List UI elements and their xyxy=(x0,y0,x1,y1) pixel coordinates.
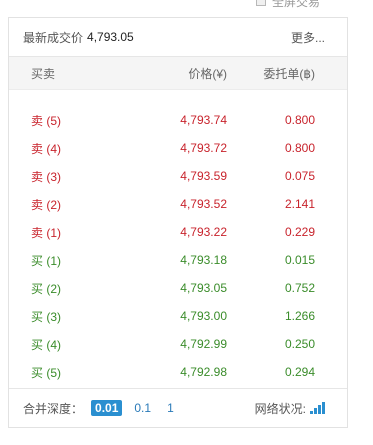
ask-label: 卖 (1) xyxy=(31,225,62,240)
ask-label: 卖 (2) xyxy=(31,197,62,212)
ask-price: 4,793.22 xyxy=(180,225,227,239)
order-book-footer: 合并深度： 0.01 0.1 1 网络状况: xyxy=(9,388,347,427)
ask-row[interactable]: 卖 (5) 4,793.74 0.800 xyxy=(9,106,347,134)
fullscreen-trade-link[interactable]: 全屏交易 xyxy=(256,0,320,8)
column-header: 买卖 价格(¥) 委托单(฿) xyxy=(9,57,347,90)
ask-label: 卖 (3) xyxy=(31,169,62,184)
ask-label: 卖 (5) xyxy=(31,113,62,128)
column-amount: 委托单(฿) xyxy=(263,66,315,81)
bid-label: 买 (3) xyxy=(31,309,62,324)
bid-row[interactable]: 买 (1) 4,793.18 0.015 xyxy=(9,246,347,274)
bid-amount: 0.752 xyxy=(284,281,315,295)
ask-price: 4,793.59 xyxy=(180,169,227,183)
latest-price-label: 最新成交价 xyxy=(23,30,84,45)
column-side: 买卖 xyxy=(31,66,56,81)
bid-row[interactable]: 买 (5) 4,792.98 0.294 xyxy=(9,358,347,386)
ask-row[interactable]: 卖 (2) 4,793.52 2.141 xyxy=(9,190,347,218)
bid-amount: 0.294 xyxy=(284,365,315,379)
merge-depth-label: 合并深度： xyxy=(23,401,84,416)
bid-price: 4,793.18 xyxy=(180,253,227,267)
bid-row[interactable]: 买 (3) 4,793.00 1.266 xyxy=(9,302,347,330)
more-link[interactable]: 更多... xyxy=(291,29,325,46)
ask-price: 4,793.74 xyxy=(180,113,227,127)
bid-row[interactable]: 买 (2) 4,793.05 0.752 xyxy=(9,274,347,302)
network-status-label: 网络状况: xyxy=(254,401,306,416)
bid-price: 4,793.00 xyxy=(180,309,227,323)
bid-label: 买 (1) xyxy=(31,253,62,268)
bid-row[interactable]: 买 (4) 4,792.99 0.250 xyxy=(9,330,347,358)
ask-price: 4,793.72 xyxy=(180,141,227,155)
bid-label: 买 (4) xyxy=(31,337,62,352)
order-rows: 卖 (5) 4,793.74 0.800 卖 (4) 4,793.72 0.80… xyxy=(9,90,347,386)
column-price: 价格(¥) xyxy=(188,66,227,81)
fullscreen-icon xyxy=(256,0,266,6)
depth-option-1[interactable]: 1 xyxy=(163,400,178,416)
bid-label: 买 (5) xyxy=(31,365,62,380)
ask-amount: 0.229 xyxy=(284,225,315,239)
signal-bars-icon xyxy=(310,402,325,414)
bid-amount: 0.250 xyxy=(284,337,315,351)
fullscreen-trade-label: 全屏交易 xyxy=(272,0,321,8)
latest-price-value: 4,793.05 xyxy=(87,30,134,44)
network-status: 网络状况: xyxy=(255,400,325,417)
bid-price: 4,792.99 xyxy=(180,337,227,351)
bid-amount: 0.015 xyxy=(284,253,315,267)
depth-option-0-1[interactable]: 0.1 xyxy=(130,400,155,416)
ask-row[interactable]: 卖 (4) 4,793.72 0.800 xyxy=(9,134,347,162)
ask-price: 4,793.52 xyxy=(180,197,227,211)
bid-label: 买 (2) xyxy=(31,281,62,296)
ask-amount: 0.800 xyxy=(284,113,315,127)
order-book-panel: 最新成交价 4,793.05 更多... 买卖 价格(¥) 委托单(฿) 卖 (… xyxy=(8,17,348,428)
ask-row[interactable]: 卖 (3) 4,793.59 0.075 xyxy=(9,162,347,190)
order-book-header: 最新成交价 4,793.05 更多... xyxy=(9,18,347,57)
depth-option-0-01[interactable]: 0.01 xyxy=(91,400,123,416)
ask-amount: 2.141 xyxy=(284,197,315,211)
bid-price: 4,792.98 xyxy=(180,365,227,379)
bid-price: 4,793.05 xyxy=(180,281,227,295)
ask-row[interactable]: 卖 (1) 4,793.22 0.229 xyxy=(9,218,347,246)
latest-price: 最新成交价 4,793.05 xyxy=(23,29,134,46)
ask-amount: 0.075 xyxy=(284,169,315,183)
ask-amount: 0.800 xyxy=(284,141,315,155)
ask-label: 卖 (4) xyxy=(31,141,62,156)
merge-depth: 合并深度： 0.01 0.1 1 xyxy=(23,400,178,417)
bid-amount: 1.266 xyxy=(284,309,315,323)
